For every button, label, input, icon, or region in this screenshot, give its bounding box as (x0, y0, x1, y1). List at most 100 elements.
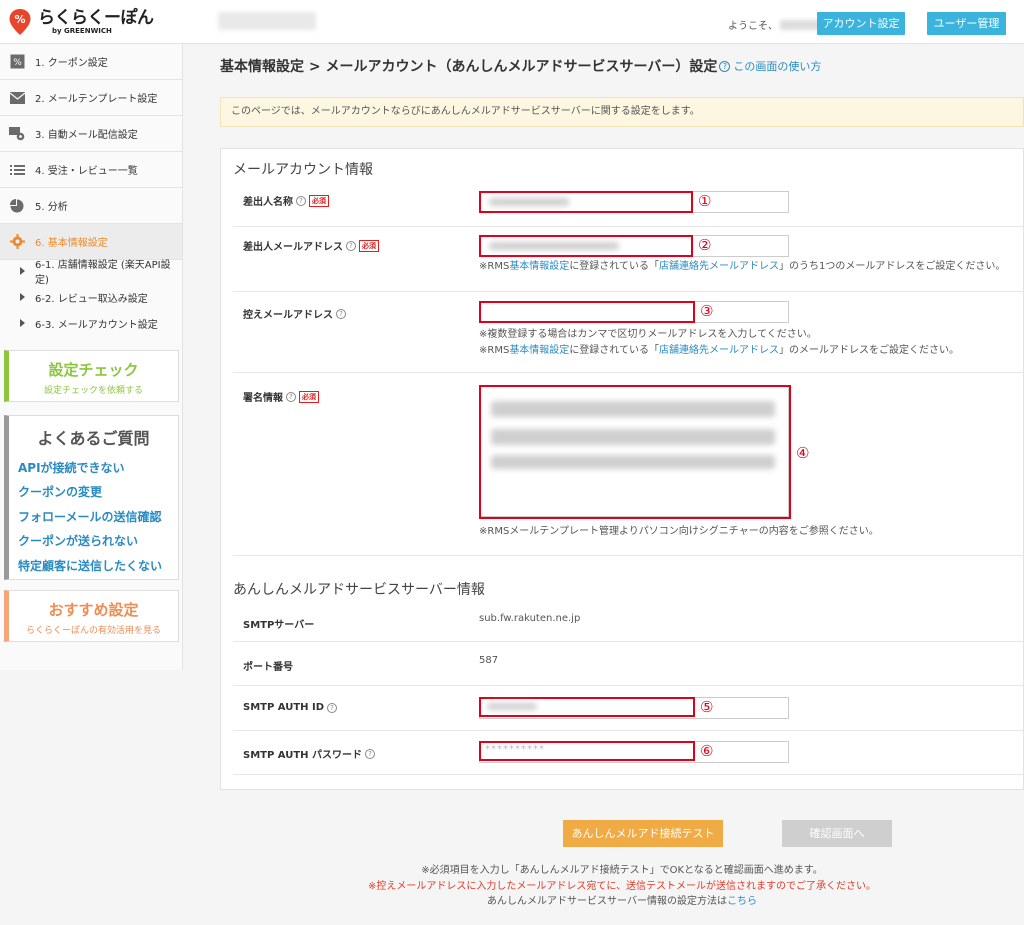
cc-email-note: ※複数登録する場合はカンマで区切りメールアドレスを入力してください。 (479, 329, 817, 340)
sidebar-item-auto-mail[interactable]: 3. 自動メール配信設定 (0, 116, 182, 152)
store-name-blurred (218, 12, 316, 30)
settings-check-title: 設定チェック (48, 361, 139, 379)
triangle-right-icon (20, 293, 25, 301)
faq-link[interactable]: クーポンの変更 (18, 483, 102, 500)
question-icon[interactable]: ? (336, 308, 346, 319)
sender-email-label: 差出人メールアドレス ? 必須 (243, 238, 379, 253)
sidebar-item-orders[interactable]: 4. 受注・レビュー一覧 (0, 152, 182, 188)
gear-icon (9, 234, 25, 250)
settings-panel: メールアカウント情報 差出人名称 ? 必須 ① 差出人メールアドレス ? 必須 … (220, 148, 1024, 790)
sidebar-item-label: 1. クーポン設定 (35, 58, 108, 69)
annotation-marker: ④ (796, 444, 810, 462)
question-icon[interactable]: ? (365, 748, 376, 759)
logo-subtitle: by GREENWICH (52, 26, 112, 35)
question-icon[interactable]: ? (346, 240, 356, 251)
recommend-subtitle: らくらくーぽんの有効活用を見る (25, 626, 161, 636)
settings-check-subtitle: 設定チェックを依頼する (43, 386, 143, 396)
footer-note-3: あんしんメルアドサービスサーバー情報の設定方法はこちら (487, 896, 757, 907)
sidebar-item-label: 3. 自動メール配信設定 (35, 130, 138, 141)
signature-note: ※RMSメールテンプレート管理よりパソコン向けシグニチャーの内容をご参照ください… (479, 526, 879, 537)
sidebar-item-label: 2. メールテンプレート設定 (35, 94, 158, 105)
section-title-mail-account: メールアカウント情報 (233, 162, 373, 178)
notice-banner: このページでは、メールアカウントならびにあんしんメルアドサービスサーバーに関する… (220, 97, 1024, 127)
annotation-marker: ② (698, 236, 712, 254)
mail-gear-icon (9, 126, 25, 142)
faq-link[interactable]: クーポンが送られない (18, 532, 138, 549)
sidebar-item-basic-settings[interactable]: 6. 基本情報設定 (0, 224, 182, 260)
recommend-card[interactable]: おすすめ設定 らくらくーぽんの有効活用を見る (4, 590, 179, 642)
triangle-right-icon (20, 267, 25, 275)
password-mask: ********** (485, 744, 545, 755)
pie-chart-icon (9, 198, 25, 214)
annotation-marker: ① (698, 192, 712, 210)
faq-title: よくあるご質問 (37, 429, 150, 448)
user-management-button[interactable]: ユーザー管理 (927, 12, 1006, 35)
coupon-icon: % (9, 54, 25, 70)
sidebar-subitem-store-info[interactable]: 6-1. 店舗情報設定 (楽天API設定) (0, 258, 182, 286)
sidebar-item-label: 4. 受注・レビュー一覧 (35, 166, 138, 177)
sidebar-item-label: 5. 分析 (35, 202, 68, 213)
store-contact-email-link[interactable]: 店舗連絡先メールアドレス (659, 261, 779, 272)
help-link[interactable]: ? この画面の使い方 (719, 58, 821, 74)
blurred-value (491, 401, 775, 417)
smtp-auth-password-label: SMTP AUTH パスワード ? (243, 746, 376, 761)
cc-email-note-2: ※RMS基本情報設定に登録されている「店舗連絡先メールアドレス」のメールアドレス… (479, 345, 960, 356)
question-icon[interactable]: ? (286, 391, 296, 402)
faq-link[interactable]: フォローメールの送信確認 (18, 508, 162, 525)
svg-text:%: % (13, 58, 22, 68)
question-icon[interactable]: ? (327, 702, 338, 713)
connection-test-button[interactable]: あんしんメルアド接続テスト (563, 820, 723, 847)
annotation-marker: ③ (700, 302, 714, 320)
rms-basic-info-link[interactable]: 基本情報設定 (509, 261, 569, 272)
sidebar-subitem-mail-account[interactable]: 6-3. メールアカウント設定 (0, 310, 182, 336)
confirm-button[interactable]: 確認画面へ (782, 820, 892, 847)
footer-note-2: ※控えメールアドレスに入力したメールアドレス宛てに、送信テストメールが送信されま… (367, 881, 877, 892)
sidebar-item-mail-template[interactable]: 2. メールテンプレート設定 (0, 80, 182, 116)
logo-title: らくらくーぽん (38, 7, 154, 28)
sidebar-item-analysis[interactable]: 5. 分析 (0, 188, 182, 224)
sender-name-label: 差出人名称 ? 必須 (243, 193, 329, 208)
required-badge: 必須 (359, 239, 379, 252)
port-value: 587 (479, 655, 499, 666)
sidebar-subitem-review-import[interactable]: 6-2. レビュー取込み設定 (0, 284, 182, 310)
faq-link[interactable]: APIが接続できない (18, 459, 125, 476)
settings-check-card[interactable]: 設定チェック 設定チェックを依頼する (4, 350, 179, 402)
section-title-server: あんしんメルアドサービスサーバー情報 (233, 582, 485, 598)
header: % らくらくーぽん by GREENWICH ようこそ、さん アカウント設定 ユ… (0, 0, 1024, 44)
footer-note-1: ※必須項目を入力し「あんしんメルアド接続テスト」でOKとなると確認画面へ進めます… (421, 865, 823, 876)
port-label: ポート番号 (243, 662, 293, 673)
page-title: 基本情報設定 > メールアカウント（あんしんメルアドサービスサーバー）設定 ? … (220, 58, 822, 75)
rms-basic-info-link[interactable]: 基本情報設定 (509, 345, 569, 356)
smtp-server-value: sub.fw.rakuten.ne.jp (479, 613, 581, 624)
blurred-value (491, 429, 775, 445)
settings-method-link[interactable]: こちら (727, 896, 757, 907)
account-settings-button[interactable]: アカウント設定 (817, 12, 905, 35)
annotation-marker: ⑥ (700, 742, 714, 760)
logo-pin-icon: % (8, 8, 32, 36)
blurred-value (487, 703, 537, 710)
envelope-icon (9, 90, 25, 106)
question-icon: ? (719, 60, 731, 72)
list-icon (9, 162, 25, 178)
required-badge: 必須 (299, 390, 319, 403)
annotation-box (479, 301, 695, 323)
blurred-value (489, 242, 619, 250)
faq-card: よくあるご質問 APIが接続できない クーポンの変更 フォローメールの送信確認 … (4, 415, 179, 580)
triangle-right-icon (20, 319, 25, 327)
cc-email-label: 控えメールアドレス ? (243, 306, 346, 321)
signature-label: 署名情報 ? 必須 (243, 389, 319, 404)
question-icon[interactable]: ? (296, 195, 306, 206)
svg-text:%: % (14, 13, 25, 26)
smtp-server-label: SMTPサーバー (243, 620, 315, 631)
annotation-marker: ⑤ (700, 698, 714, 716)
sender-email-note: ※RMS基本情報設定に登録されている「店舗連絡先メールアドレス」のうち1つのメー… (479, 261, 1006, 272)
faq-link[interactable]: 特定顧客に送信したくない (18, 557, 162, 574)
blurred-value (491, 455, 775, 469)
smtp-auth-id-label: SMTP AUTH ID ? (243, 702, 338, 713)
blurred-value (489, 198, 569, 206)
sidebar-item-label: 6. 基本情報設定 (35, 238, 108, 249)
recommend-title: おすすめ設定 (48, 601, 139, 619)
logo[interactable]: % らくらくーぽん by GREENWICH (8, 6, 154, 38)
sidebar-item-coupon[interactable]: % 1. クーポン設定 (0, 44, 182, 80)
store-contact-email-link[interactable]: 店舗連絡先メールアドレス (659, 345, 779, 356)
